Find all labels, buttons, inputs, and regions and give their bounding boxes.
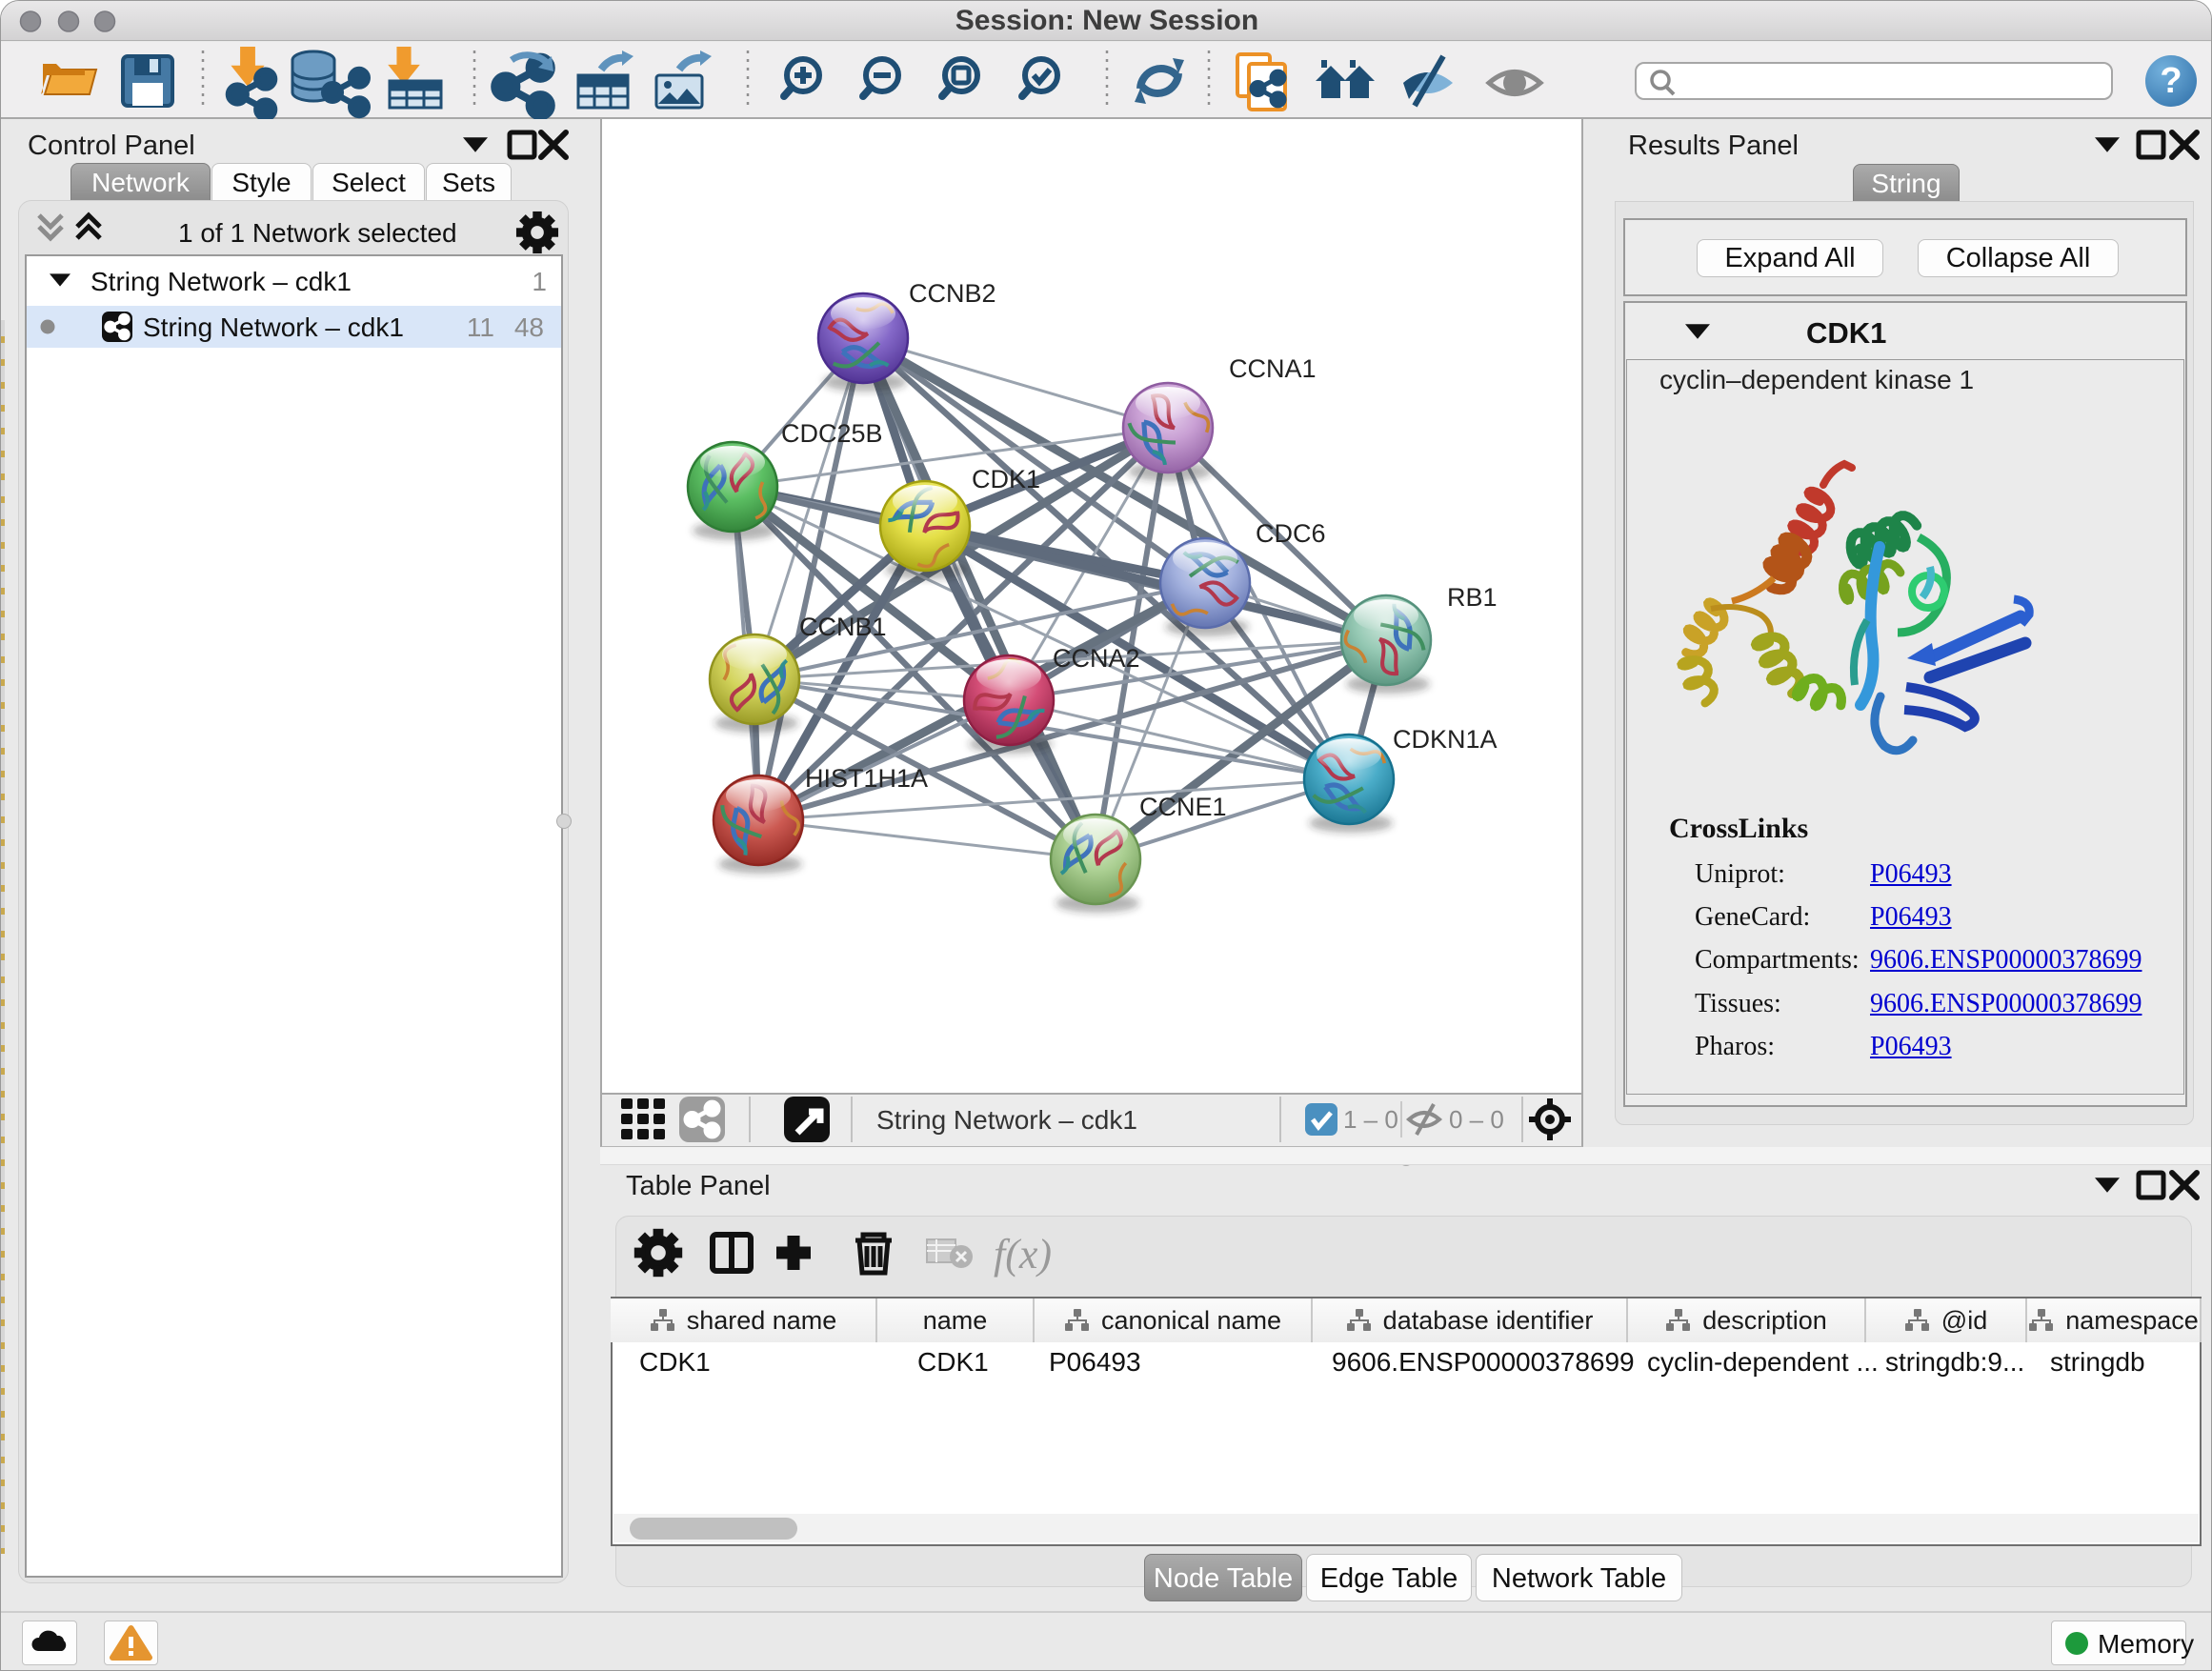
svg-text:f(x): f(x) — [994, 1231, 1052, 1278]
